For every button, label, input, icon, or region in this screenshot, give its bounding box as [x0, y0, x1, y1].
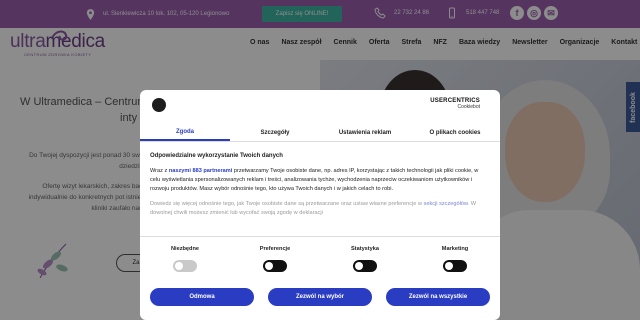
cookiebot-label: Cookiebot	[457, 104, 480, 110]
cookie-faded-part1: Dowiedz się więcej odnośnie tego, jak Tw…	[150, 201, 424, 207]
toggle-group-preferences: Preferencje	[230, 246, 320, 272]
tab-ustawienia-reklam[interactable]: Ustawienia reklam	[320, 124, 410, 141]
toggle-label-marketing: Marketing	[441, 246, 469, 252]
deny-button[interactable]: Odmowa	[150, 288, 254, 306]
statistics-toggle[interactable]	[353, 260, 377, 272]
toggle-group-necessary: Niezbędne	[140, 246, 230, 272]
allow-all-button[interactable]: Zezwól na wszystkie	[386, 288, 490, 306]
necessary-toggle	[173, 260, 197, 272]
cookie-text-part1: Wraz z	[150, 168, 169, 174]
toggle-label-statistics: Statystyka	[351, 246, 379, 252]
toggle-label-preferences: Preferencje	[259, 246, 291, 252]
cookie-dialog-header: USERCENTRICS Cookiebot	[140, 90, 500, 120]
tab-szczegoly[interactable]: Szczegóły	[230, 124, 320, 141]
details-section-link[interactable]: sekcji szczegółów	[424, 201, 468, 207]
tab-zgoda[interactable]: Zgoda	[140, 124, 230, 141]
cookiebot-logo-icon	[152, 98, 166, 112]
marketing-toggle[interactable]	[443, 260, 467, 272]
cookie-heading: Odpowiedzialne wykorzystanie Twoich dany…	[150, 153, 283, 159]
cookie-text-faded: Dowiedz się więcej odnośnie tego, jak Tw…	[150, 200, 490, 218]
toggle-group-marketing: Marketing	[410, 246, 500, 272]
cookie-consent-dialog: USERCENTRICS Cookiebot Zgoda Szczegóły U…	[140, 90, 500, 320]
toggle-label-necessary: Niezbędne	[171, 246, 199, 252]
cookie-actions: Odmowa Zezwól na wybór Zezwól na wszystk…	[150, 288, 490, 306]
cookie-text: Wraz z naszymi 883 partnerami przetwarza…	[150, 167, 490, 194]
partners-link[interactable]: naszymi 883 partnerami	[169, 168, 232, 174]
cookie-tabs: Zgoda Szczegóły Ustawienia reklam O plik…	[140, 124, 500, 142]
consent-toggles: Niezbędne Preferencje Statystyka Marketi…	[140, 246, 500, 272]
preferences-toggle[interactable]	[263, 260, 287, 272]
usercentrics-brand: USERCENTRICS Cookiebot	[430, 98, 480, 110]
tab-o-plikach-cookies[interactable]: O plikach cookies	[410, 124, 500, 141]
allow-selection-button[interactable]: Zezwól na wybór	[268, 288, 372, 306]
divider	[140, 236, 500, 237]
cookie-dialog-body: Odpowiedzialne wykorzystanie Twoich dany…	[150, 152, 490, 218]
toggle-group-statistics: Statystyka	[320, 246, 410, 272]
